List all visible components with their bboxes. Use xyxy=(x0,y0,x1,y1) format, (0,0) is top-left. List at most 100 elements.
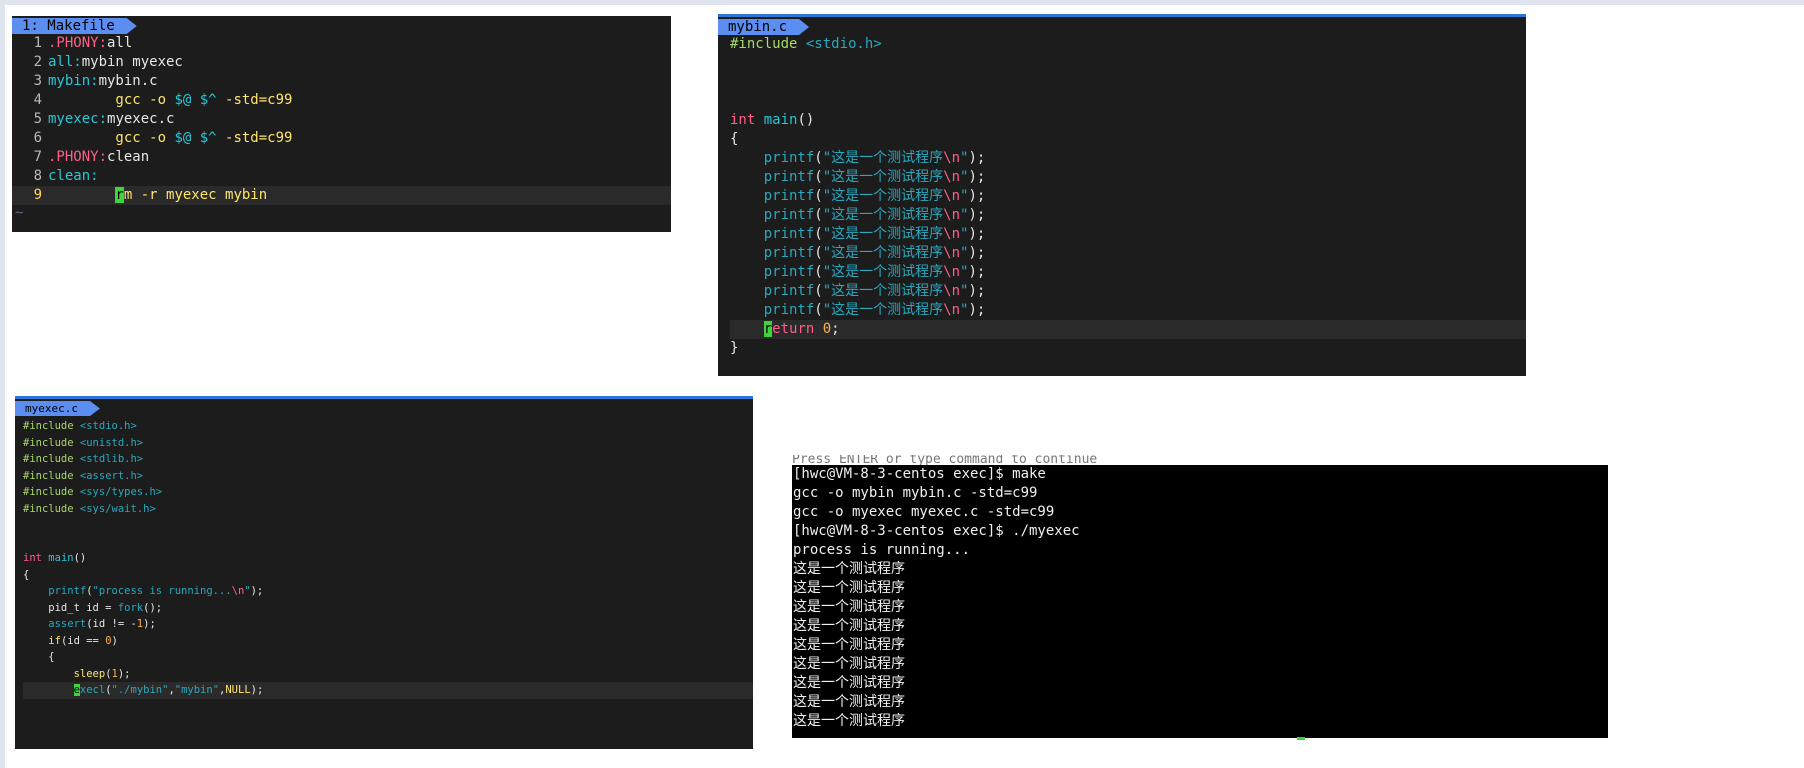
code-line[interactable] xyxy=(23,517,753,534)
code-token: #include xyxy=(23,453,80,465)
myexec-editor[interactable]: myexec.c #include <stdio.h> #include <uni… xyxy=(15,396,753,749)
code-line[interactable]: 7 .PHONY:clean xyxy=(12,148,671,167)
code-line[interactable]: { xyxy=(23,567,753,584)
code-token: ( xyxy=(814,245,823,261)
code-line[interactable]: printf("这是一个测试程序\n"); xyxy=(730,149,1526,168)
code-token: ( xyxy=(814,188,823,204)
code-line[interactable]: 6 gcc -o $@ $^ -std=c99 xyxy=(12,129,671,148)
code-line[interactable] xyxy=(730,92,1526,111)
code-line[interactable]: 2 all:mybin myexec xyxy=(12,53,671,72)
code-line[interactable]: printf("这是一个测试程序\n"); xyxy=(730,263,1526,282)
makefile-tab[interactable]: 1: Makefile xyxy=(12,18,137,34)
code-token: eturn xyxy=(772,321,823,337)
window-top-border xyxy=(0,0,1804,5)
code-line[interactable] xyxy=(23,534,753,551)
myexec-code[interactable]: #include <stdio.h> #include <unistd.h> #in… xyxy=(15,416,753,699)
code-token: ); xyxy=(968,169,986,185)
code-line[interactable]: #include <sys/types.h> xyxy=(23,484,753,501)
code-line[interactable]: 3 mybin:mybin.c xyxy=(12,72,671,91)
code-line[interactable]: 5 myexec:myexec.c xyxy=(12,110,671,129)
mybin-tab[interactable]: mybin.c xyxy=(718,19,809,35)
myexec-tab[interactable]: myexec.c xyxy=(15,401,100,416)
makefile-editor[interactable]: 1: Makefile 1 .PHONY:all 2 all:mybin myexec… xyxy=(12,16,671,232)
code-line[interactable]: assert(id != -1); xyxy=(23,616,753,633)
code-line[interactable]: 8 clean: xyxy=(12,167,671,186)
code-line[interactable]: sleep(1); xyxy=(23,666,753,683)
code-token: -std=c99 xyxy=(216,130,293,146)
code-line[interactable]: #include <assert.h> xyxy=(23,468,753,485)
code-token: { xyxy=(730,131,739,147)
mybin-editor[interactable]: mybin.c #include <stdio.h> int main(){ pr… xyxy=(718,14,1526,376)
code-token: { xyxy=(23,651,55,663)
terminal-line: 这是一个测试程序 xyxy=(793,675,905,691)
code-token: ); xyxy=(968,264,986,280)
code-line[interactable]: } xyxy=(730,339,1526,358)
code-line[interactable]: int main() xyxy=(23,550,753,567)
line-number: 2 xyxy=(33,54,42,70)
code-line[interactable]: pid_t id = fork(); xyxy=(23,600,753,617)
code-line[interactable]: printf("这是一个测试程序\n"); xyxy=(730,225,1526,244)
code-line[interactable]: printf("这是一个测试程序\n"); xyxy=(730,301,1526,320)
terminal-line: 这是一个测试程序 xyxy=(793,694,905,710)
code-token: ( xyxy=(814,169,823,185)
mybin-code[interactable]: #include <stdio.h> int main(){ printf("这是… xyxy=(718,35,1526,358)
code-token: mybin: xyxy=(48,73,99,89)
code-line[interactable]: printf("这是一个测试程序\n"); xyxy=(730,206,1526,225)
code-token: } xyxy=(730,340,739,356)
code-line[interactable]: return 0; xyxy=(730,320,1526,339)
code-token: "这是一个测试程序 xyxy=(822,245,944,261)
line-number: 7 xyxy=(33,149,42,165)
code-token: \n xyxy=(943,302,961,318)
code-token: #include xyxy=(23,469,80,482)
code-line[interactable]: 9 rm -r myexec mybin xyxy=(12,186,671,205)
code-token: clean xyxy=(107,149,150,165)
code-line[interactable]: 1 .PHONY:all xyxy=(12,34,671,53)
code-line[interactable]: { xyxy=(730,130,1526,149)
terminal-line: process is running... xyxy=(793,542,971,558)
code-line[interactable]: #include <unistd.h> xyxy=(23,435,753,452)
code-line[interactable]: printf("这是一个测试程序\n"); xyxy=(730,168,1526,187)
text-cursor: r xyxy=(115,187,124,203)
code-token: ); xyxy=(968,188,986,204)
line-number: 4 xyxy=(33,92,42,108)
code-token: "这是一个测试程序 xyxy=(822,150,944,166)
code-line[interactable] xyxy=(730,54,1526,73)
myexec-tabbar: myexec.c xyxy=(15,399,753,416)
code-token: ); xyxy=(968,283,986,299)
code-line[interactable]: #include <stdlib.h> xyxy=(23,451,753,468)
code-token: #include xyxy=(23,502,80,515)
code-line[interactable]: printf("这是一个测试程序\n"); xyxy=(730,282,1526,301)
code-line[interactable]: execl("./mybin","mybin",NULL); xyxy=(23,682,753,699)
code-token: () xyxy=(797,112,815,128)
code-line[interactable]: int main() xyxy=(730,111,1526,130)
code-token: m -r myexec mybin xyxy=(123,187,268,203)
code-line[interactable]: #include <stdio.h> xyxy=(730,35,1526,54)
code-token: "./mybin" xyxy=(111,684,169,696)
code-line[interactable]: 4 gcc -o $@ $^ -std=c99 xyxy=(12,91,671,110)
code-token: 0 xyxy=(822,321,832,337)
makefile-code[interactable]: 1 .PHONY:all 2 all:mybin myexec 3 mybin:mybin… xyxy=(12,34,671,205)
code-token: $@ $^ xyxy=(174,92,217,108)
text-cursor: r xyxy=(763,321,773,337)
code-token: main xyxy=(48,552,74,564)
makefile-tabbar: 1: Makefile xyxy=(12,16,671,34)
code-token: ); xyxy=(968,150,986,166)
code-token: \n xyxy=(231,585,245,597)
code-line[interactable]: { xyxy=(23,649,753,666)
code-line[interactable]: printf("这是一个测试程序\n"); xyxy=(730,187,1526,206)
code-token: printf xyxy=(730,302,815,318)
code-line[interactable]: printf("process is running...\n"); xyxy=(23,583,753,600)
terminal-line: 这是一个测试程序 xyxy=(793,599,905,615)
code-token: ( xyxy=(814,283,823,299)
tilde-line: ~ xyxy=(15,205,24,221)
code-line[interactable] xyxy=(730,73,1526,92)
code-token: { xyxy=(23,568,30,581)
terminal[interactable]: [hwc@VM-8-3-centos exec]$ make gcc -o myb… xyxy=(792,465,1608,738)
code-token: ); xyxy=(968,207,986,223)
code-line[interactable]: printf("这是一个测试程序\n"); xyxy=(730,244,1526,263)
code-line[interactable]: if(id == 0) xyxy=(23,633,753,650)
code-line[interactable]: #include <sys/wait.h> xyxy=(23,501,753,518)
code-line[interactable]: #include <stdio.h> xyxy=(23,418,753,435)
